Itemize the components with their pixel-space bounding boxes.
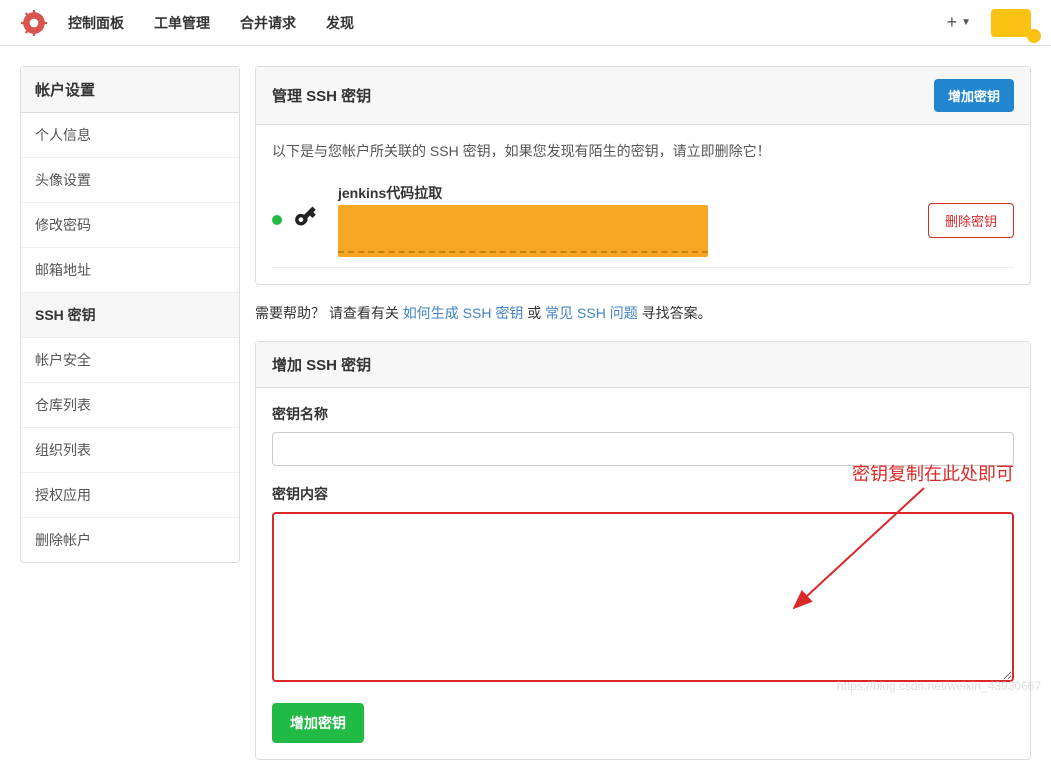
sidebar-item-security[interactable]: 帐户安全 xyxy=(21,338,239,383)
key-name-label: 密钥名称 xyxy=(272,404,1014,424)
plus-icon: + xyxy=(947,12,958,33)
add-ssh-panel: 增加 SSH 密钥 密钥名称 密钥复制在此处即可 xyxy=(255,341,1031,760)
sidebar-item-delete[interactable]: 删除帐户 xyxy=(21,518,239,562)
nav-right: + ▼ xyxy=(947,9,1031,37)
key-name: jenkins代码拉取 xyxy=(338,183,914,203)
manage-ssh-description: 以下是与您帐户所关联的 SSH 密钥，如果您发现有陌生的密钥，请立即删除它！ xyxy=(272,141,1014,161)
help-mid: 或 xyxy=(523,305,545,321)
avatar xyxy=(991,9,1031,37)
key-icon xyxy=(288,198,333,243)
sidebar-item-email[interactable]: 邮箱地址 xyxy=(21,248,239,293)
help-suffix: 寻找答案。 xyxy=(638,305,712,321)
sidebar-item-orgs[interactable]: 组织列表 xyxy=(21,428,239,473)
sidebar-item-profile[interactable]: 个人信息 xyxy=(21,113,239,158)
key-content-textarea[interactable] xyxy=(272,512,1014,682)
key-content-label: 密钥内容 xyxy=(272,484,1014,504)
ssh-key-row: jenkins代码拉取 删除密钥 xyxy=(272,177,1014,268)
nav-explore[interactable]: 发现 xyxy=(326,13,354,33)
sidebar-item-repos[interactable]: 仓库列表 xyxy=(21,383,239,428)
sidebar-item-ssh[interactable]: SSH 密钥 xyxy=(21,293,239,338)
add-key-button-top[interactable]: 增加密钥 xyxy=(934,79,1014,112)
sidebar-header: 帐户设置 xyxy=(21,67,239,113)
nav-issues[interactable]: 工单管理 xyxy=(154,13,210,33)
sidebar-item-apps[interactable]: 授权应用 xyxy=(21,473,239,518)
nav-links: 控制面板 工单管理 合并请求 发现 xyxy=(68,13,947,33)
sidebar-item-avatar[interactable]: 头像设置 xyxy=(21,158,239,203)
key-status-dot-icon xyxy=(272,215,282,225)
account-settings-panel: 帐户设置 个人信息 头像设置 修改密码 邮箱地址 SSH 密钥 帐户安全 仓库列… xyxy=(20,66,240,563)
sidebar-item-password[interactable]: 修改密码 xyxy=(21,203,239,248)
help-link-generate[interactable]: 如何生成 SSH 密钥 xyxy=(403,305,524,321)
chevron-down-icon: ▼ xyxy=(961,17,971,28)
help-text: 需要帮助？ 请查看有关 如何生成 SSH 密钥 或 常见 SSH 问题 寻找答案… xyxy=(255,303,1031,323)
manage-ssh-panel: 管理 SSH 密钥 增加密钥 以下是与您帐户所关联的 SSH 密钥，如果您发现有… xyxy=(255,66,1031,285)
user-dropdown[interactable] xyxy=(991,9,1031,37)
create-dropdown[interactable]: + ▼ xyxy=(947,12,971,33)
nav-pulls[interactable]: 合并请求 xyxy=(240,13,296,33)
add-ssh-title: 增加 SSH 密钥 xyxy=(272,354,371,375)
top-nav: 控制面板 工单管理 合并请求 发现 + ▼ xyxy=(0,0,1051,46)
manage-ssh-title: 管理 SSH 密钥 xyxy=(272,85,371,106)
help-link-faq[interactable]: 常见 SSH 问题 xyxy=(545,305,638,321)
nav-dashboard[interactable]: 控制面板 xyxy=(68,13,124,33)
add-key-submit-button[interactable]: 增加密钥 xyxy=(272,703,364,743)
delete-key-button[interactable]: 删除密钥 xyxy=(928,203,1014,238)
key-fingerprint-redacted xyxy=(338,205,708,257)
annotation-text: 密钥复制在此处即可 xyxy=(852,460,1014,486)
watermark: https://blog.csdn.net/weixin_43930667 xyxy=(837,679,1041,693)
help-prefix: 需要帮助？ 请查看有关 xyxy=(255,305,403,321)
logo-icon[interactable] xyxy=(20,9,48,37)
